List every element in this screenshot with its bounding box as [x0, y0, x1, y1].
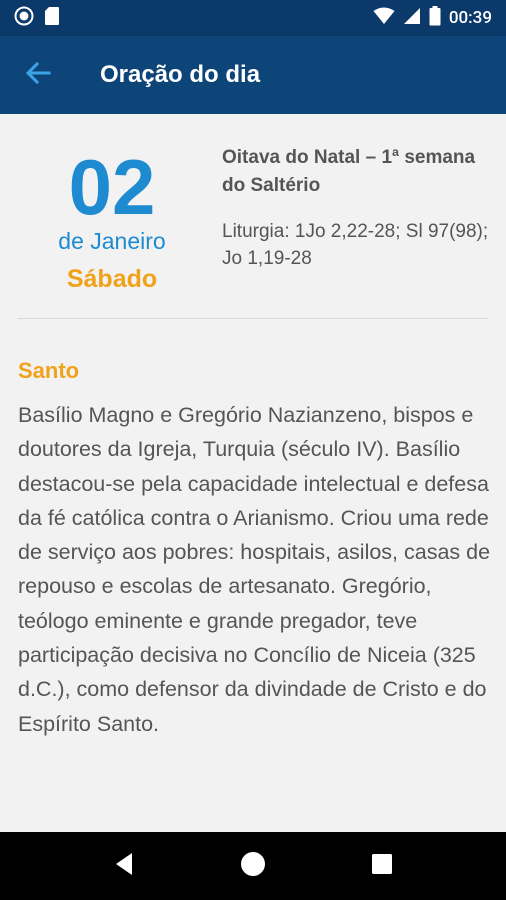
record-icon	[14, 6, 34, 30]
page-title: Oração do dia	[100, 61, 261, 88]
signal-icon	[403, 7, 421, 30]
liturgical-season: Oitava do Natal – 1ª semana do Saltério	[222, 147, 476, 196]
nav-back-button[interactable]	[104, 846, 144, 886]
battery-icon	[429, 5, 441, 31]
liturgy-readings: Liturgia: 1Jo 2,22-28; Sl 97(98); Jo 1,1…	[222, 221, 489, 269]
info-block: Oitava do Natal – 1ª semana do Saltério …	[222, 144, 492, 272]
status-left	[14, 6, 60, 30]
back-button[interactable]	[8, 47, 68, 103]
saint-description: Basílio Magno e Gregório Nazianzeno, bis…	[18, 403, 491, 736]
day-number: 02	[68, 143, 156, 231]
main-content[interactable]: 02 de Janeiro Sábado Oitava do Natal – 1…	[0, 114, 506, 832]
month-label: de Janeiro	[58, 228, 166, 254]
date-block: 02 de Janeiro Sábado	[18, 144, 206, 296]
app-bar: Oração do dia	[0, 36, 506, 114]
navigation-bar	[0, 832, 506, 900]
weekday-label: Sábado	[66, 265, 158, 293]
saint-heading: Santo	[18, 358, 80, 383]
divider	[18, 318, 488, 319]
back-triangle-icon	[114, 852, 134, 880]
home-circle-icon	[240, 851, 266, 881]
nav-recents-button[interactable]	[362, 846, 402, 886]
status-bar: 00:39	[0, 0, 506, 36]
nav-home-button[interactable]	[233, 846, 273, 886]
recents-square-icon	[371, 853, 393, 879]
arrow-back-icon	[25, 61, 51, 89]
status-time: 00:39	[448, 8, 492, 28]
status-right: 00:39	[373, 5, 492, 31]
sd-card-icon	[44, 6, 60, 30]
wifi-icon	[373, 7, 395, 30]
